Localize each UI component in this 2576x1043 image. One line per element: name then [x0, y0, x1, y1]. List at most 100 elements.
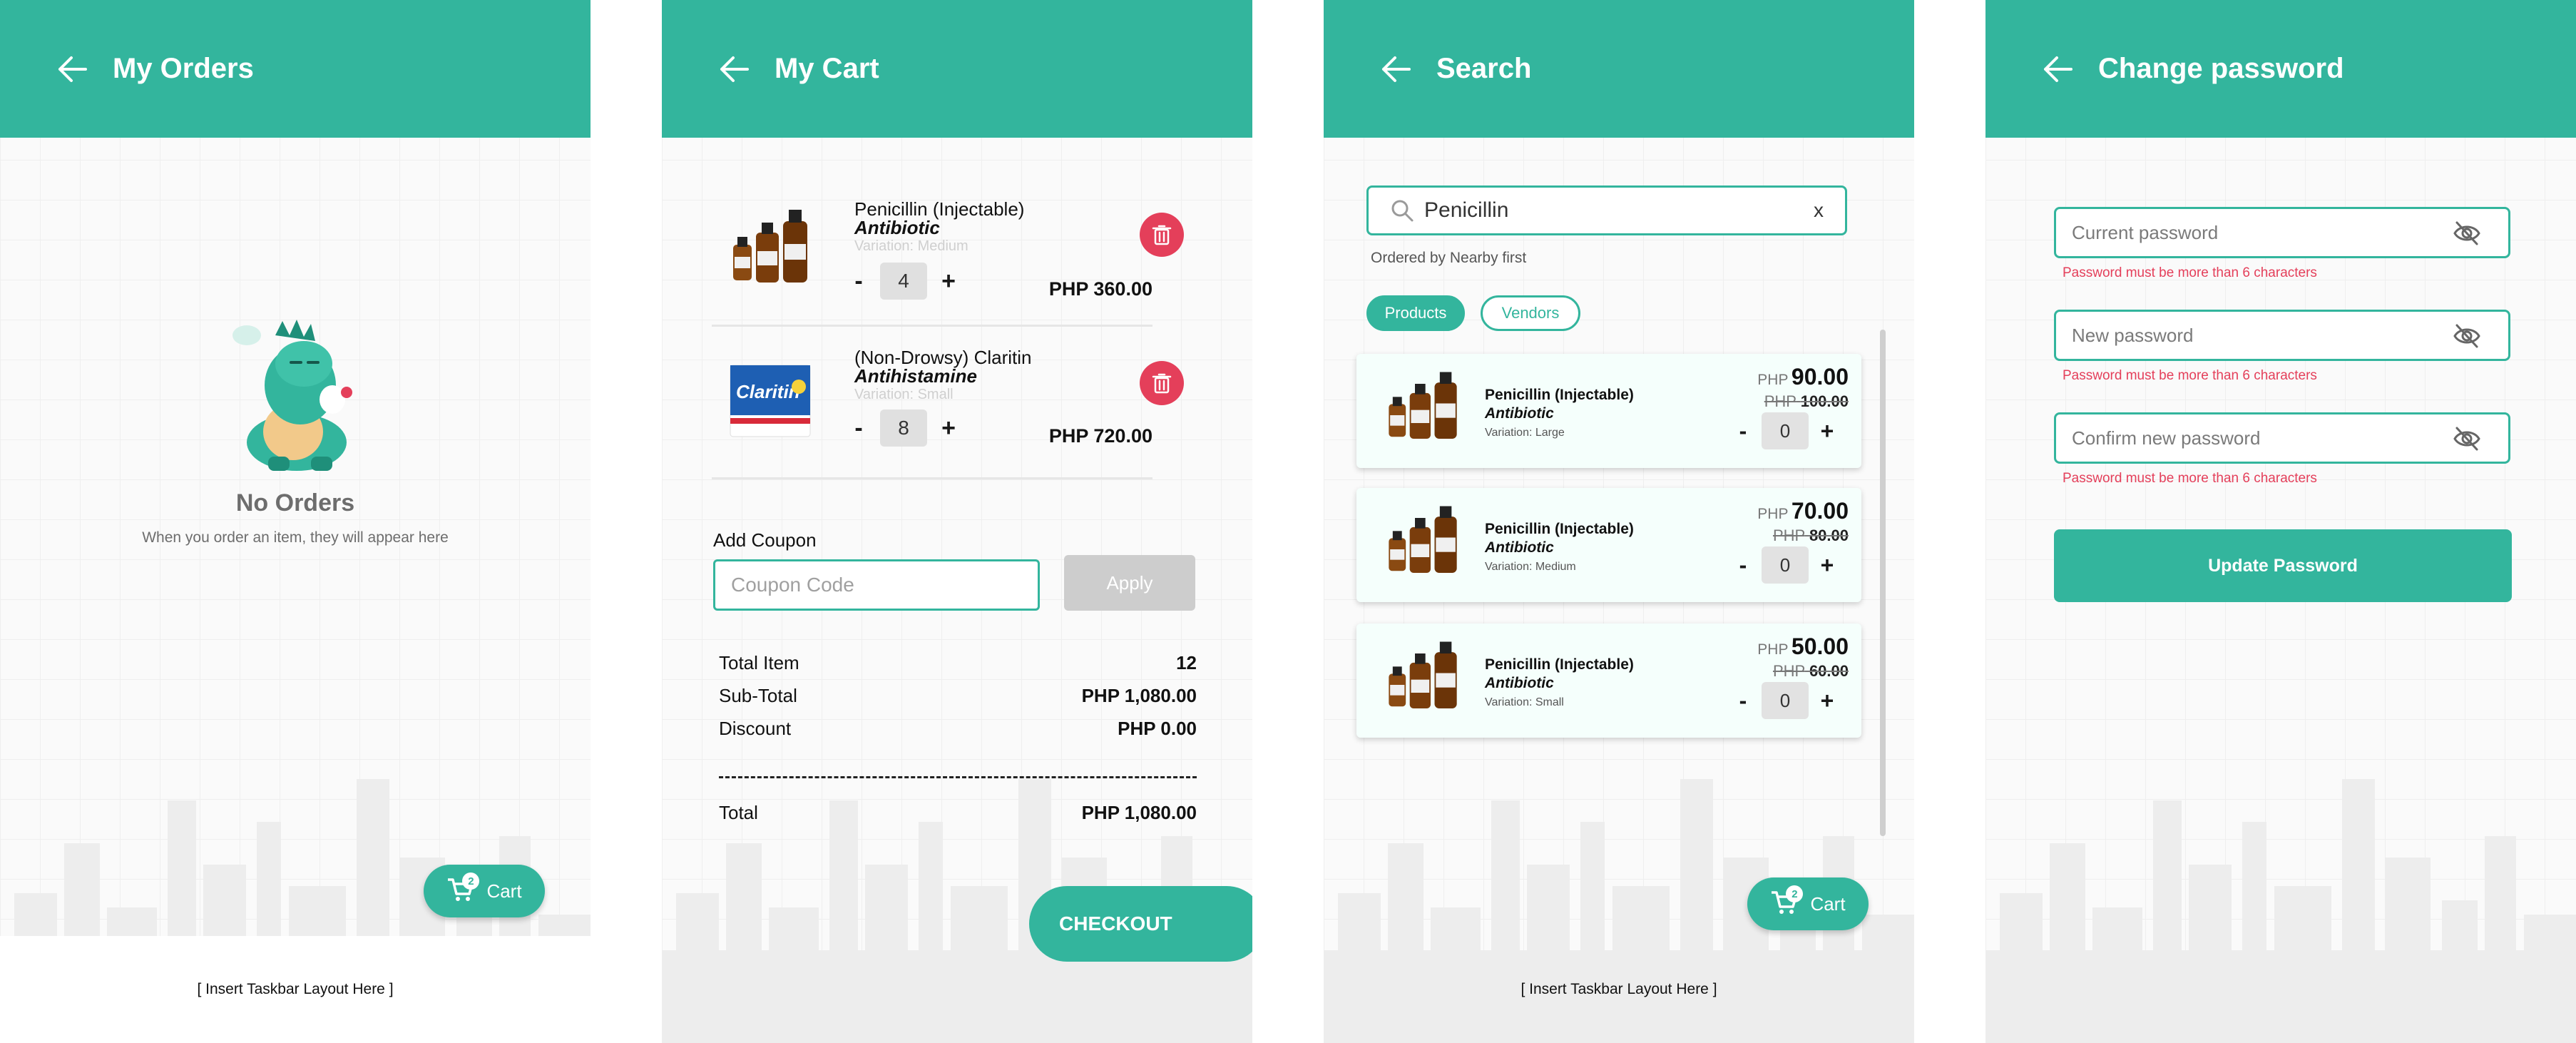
scrollbar[interactable] — [1880, 330, 1886, 836]
tab-products[interactable]: Products — [1366, 295, 1465, 331]
product-category: Antibiotic — [1485, 539, 1554, 556]
delete-item-button[interactable] — [1140, 361, 1184, 405]
sort-label: Ordered by Nearby first — [1371, 250, 1527, 266]
delete-item-button[interactable] — [1140, 213, 1184, 257]
decrement-button[interactable]: - — [847, 268, 870, 295]
new-password-field[interactable]: New password — [2054, 310, 2510, 361]
svg-text:Claritin: Claritin — [736, 381, 800, 402]
field-placeholder: Current password — [2072, 221, 2219, 243]
decrement-button[interactable]: - — [1733, 418, 1753, 444]
summary-label: Discount — [719, 718, 792, 739]
item-variation: Variation: Small — [854, 387, 954, 402]
password-error: Password must be more than 6 characters — [2063, 368, 2317, 383]
product-price: PHP 50.00 — [1757, 634, 1849, 660]
back-arrow-icon[interactable] — [715, 49, 755, 89]
summary-label: Total Item — [719, 652, 799, 673]
quantity-stepper: - 4 + — [847, 263, 960, 300]
empty-orders-illustration — [232, 320, 352, 471]
back-arrow-icon[interactable] — [2038, 49, 2078, 89]
cart-item: Penicillin (Injectable) Antibiotic Varia… — [712, 184, 1184, 327]
page-title: My Cart — [775, 53, 879, 84]
field-placeholder: Confirm new password — [2072, 427, 2261, 449]
decrement-button[interactable]: - — [1733, 688, 1753, 714]
cart-icon: 2 — [1770, 885, 1804, 918]
quantity-value[interactable]: 0 — [1762, 682, 1809, 719]
original-price: PHP 60.00 — [1773, 662, 1849, 681]
original-price-currency: PHP — [1772, 526, 1805, 544]
eye-off-icon[interactable] — [2453, 323, 2481, 349]
apply-coupon-button[interactable]: Apply — [1064, 555, 1195, 611]
product-image — [1389, 506, 1457, 573]
update-password-button[interactable]: Update Password — [2054, 529, 2512, 602]
checkout-button[interactable]: CHECKOUT — [1029, 886, 1252, 962]
page-title: Change password — [2098, 53, 2344, 84]
empty-state-subtitle: When you order an item, they will appear… — [142, 529, 449, 546]
summary-divider — [719, 776, 1197, 778]
price-amount: 90.00 — [1791, 364, 1849, 390]
password-header: Change password — [1985, 0, 2576, 138]
increment-button[interactable]: + — [1817, 552, 1837, 579]
quantity-value[interactable]: 4 — [880, 263, 927, 300]
quantity-value[interactable]: 0 — [1762, 412, 1809, 449]
price-currency: PHP — [1757, 506, 1789, 522]
current-password-field[interactable]: Current password — [2054, 207, 2510, 258]
tab-vendors[interactable]: Vendors — [1481, 295, 1580, 331]
cart-button-label: Cart — [486, 880, 522, 902]
summary-value: PHP 1,080.00 — [1081, 685, 1197, 706]
summary-label: Sub-Total — [719, 685, 797, 706]
cart-button[interactable]: 2 Cart — [1747, 877, 1869, 930]
back-arrow-icon[interactable] — [53, 49, 93, 89]
coupon-input[interactable]: Coupon Code — [713, 559, 1040, 611]
cart-screen: My Cart Penicillin (Injectable) Antibiot… — [662, 0, 1252, 1043]
product-name: Penicillin (Injectable) — [1485, 521, 1634, 537]
quantity-value[interactable]: 0 — [1762, 546, 1809, 584]
summary-value: PHP 0.00 — [1118, 718, 1197, 739]
decrement-button[interactable]: - — [847, 414, 870, 442]
decrement-button[interactable]: - — [1733, 552, 1753, 579]
confirm-password-field[interactable]: Confirm new password — [2054, 412, 2510, 464]
summary-subtotal: Sub-Total PHP 1,080.00 — [719, 685, 1197, 707]
quantity-stepper: - 8 + — [847, 409, 960, 447]
eye-off-icon[interactable] — [2453, 220, 2481, 246]
product-image — [1389, 641, 1457, 708]
password-error: Password must be more than 6 characters — [2063, 471, 2317, 486]
cart-icon: 2 — [446, 872, 480, 905]
original-price-amount: 80.00 — [1809, 526, 1849, 544]
search-query: Penicillin — [1424, 198, 1509, 222]
cart-button[interactable]: 2 Cart — [424, 865, 545, 917]
increment-button[interactable]: + — [1817, 418, 1837, 444]
product-card[interactable]: Penicillin (Injectable) Antibiotic Varia… — [1356, 624, 1861, 738]
item-category: Antibiotic — [854, 217, 940, 238]
product-price: PHP 70.00 — [1757, 498, 1849, 524]
page-title: My Orders — [113, 53, 254, 84]
quantity-value[interactable]: 8 — [880, 409, 927, 447]
field-placeholder: New password — [2072, 324, 2194, 346]
increment-button[interactable]: + — [937, 414, 960, 442]
search-input[interactable]: Penicillin x — [1366, 185, 1847, 235]
trash-icon — [1152, 373, 1172, 394]
orders-screen: My Orders No Orders When you order an it… — [0, 0, 591, 1043]
summary-value: PHP 1,080.00 — [1081, 802, 1197, 823]
back-arrow-icon[interactable] — [1376, 49, 1416, 89]
summary-total: Total PHP 1,080.00 — [719, 802, 1197, 824]
product-category: Antibiotic — [1485, 675, 1554, 691]
product-card[interactable]: Penicillin (Injectable) Antibiotic Varia… — [1356, 488, 1861, 602]
trash-icon — [1152, 225, 1172, 245]
skyline-background — [1985, 779, 2576, 1043]
eye-off-icon[interactable] — [2453, 426, 2481, 452]
search-header: Search — [1324, 0, 1914, 138]
page-title: Search — [1436, 53, 1532, 84]
product-name: Penicillin (Injectable) — [1485, 387, 1634, 403]
product-card[interactable]: Penicillin (Injectable) Antibiotic Varia… — [1356, 354, 1861, 468]
taskbar-placeholder: [ Insert Taskbar Layout Here ] — [0, 936, 591, 1043]
item-price: PHP 360.00 — [1048, 278, 1152, 300]
product-name: Penicillin (Injectable) — [1485, 656, 1634, 673]
cart-item: Claritin (Non-Drowsy) Claritin Antihista… — [712, 330, 1184, 479]
clear-search-button[interactable]: x — [1814, 199, 1824, 222]
cart-header: My Cart — [662, 0, 1252, 138]
increment-button[interactable]: + — [937, 268, 960, 295]
increment-button[interactable]: + — [1817, 688, 1837, 714]
summary-total-items: Total Item 12 — [719, 652, 1197, 674]
original-price-amount: 100.00 — [1800, 392, 1849, 410]
original-price-currency: PHP — [1772, 662, 1805, 680]
